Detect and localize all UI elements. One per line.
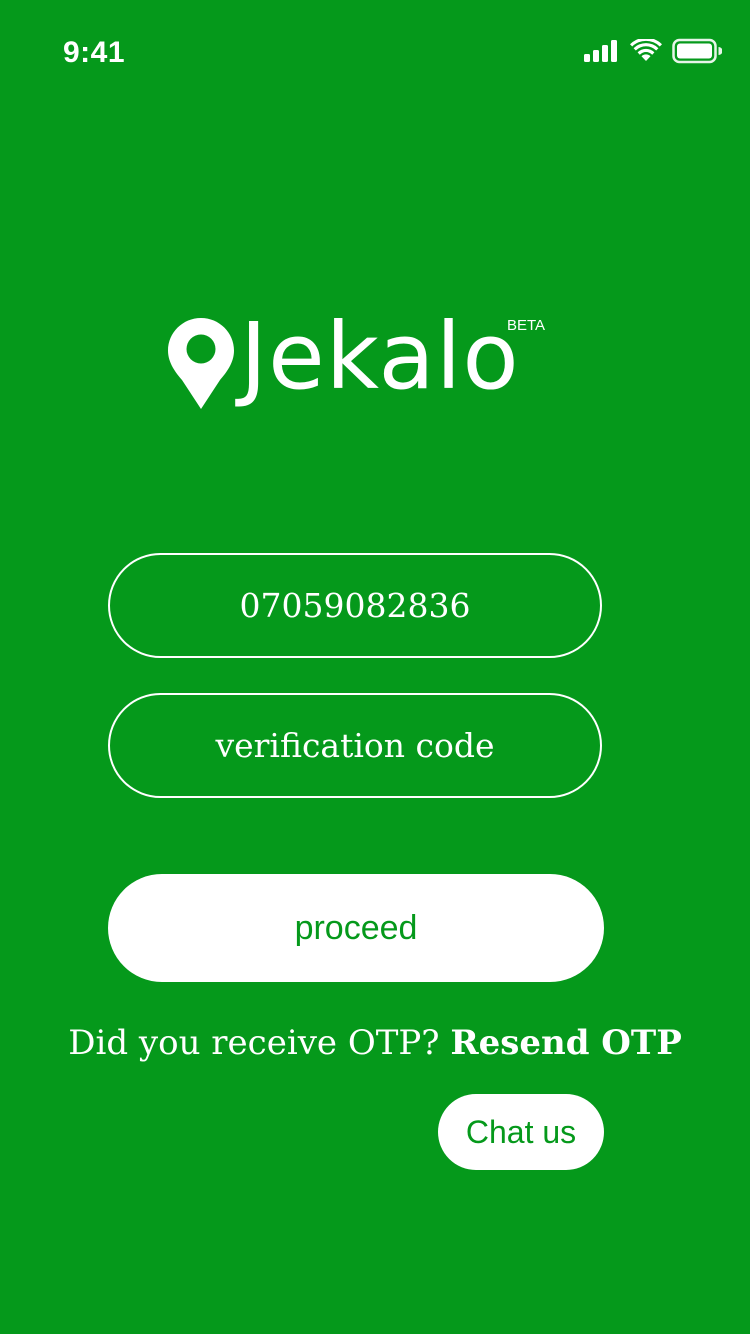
proceed-button[interactable]: proceed <box>108 874 604 982</box>
chat-us-label: Chat us <box>465 1113 577 1150</box>
location-pin-icon <box>168 318 234 409</box>
proceed-button-label: proceed <box>294 908 418 947</box>
status-icons <box>584 38 722 64</box>
otp-prompt-text: Did you receive OTP? <box>68 1023 440 1063</box>
resend-otp-link[interactable]: Resend OTP <box>450 1023 681 1063</box>
verification-code-field[interactable]: verification code <box>108 693 602 798</box>
phone-number-value: 07059082836 <box>239 586 471 625</box>
verification-code-placeholder: verification code <box>215 726 495 765</box>
wifi-icon <box>630 39 662 61</box>
otp-prompt-line: Did you receive OTP? Resend OTP <box>0 1020 750 1066</box>
beta-badge: BETA <box>507 317 546 334</box>
phone-number-field[interactable]: 07059082836 <box>108 553 602 658</box>
cellular-signal-icon <box>584 40 617 62</box>
jekalo-logo: Jekalo BETA <box>168 307 568 415</box>
chat-us-button[interactable]: Chat us <box>438 1094 604 1170</box>
status-time: 9:41 <box>63 36 126 69</box>
battery-icon <box>672 38 722 64</box>
brand-name: Jekalo <box>240 303 520 410</box>
